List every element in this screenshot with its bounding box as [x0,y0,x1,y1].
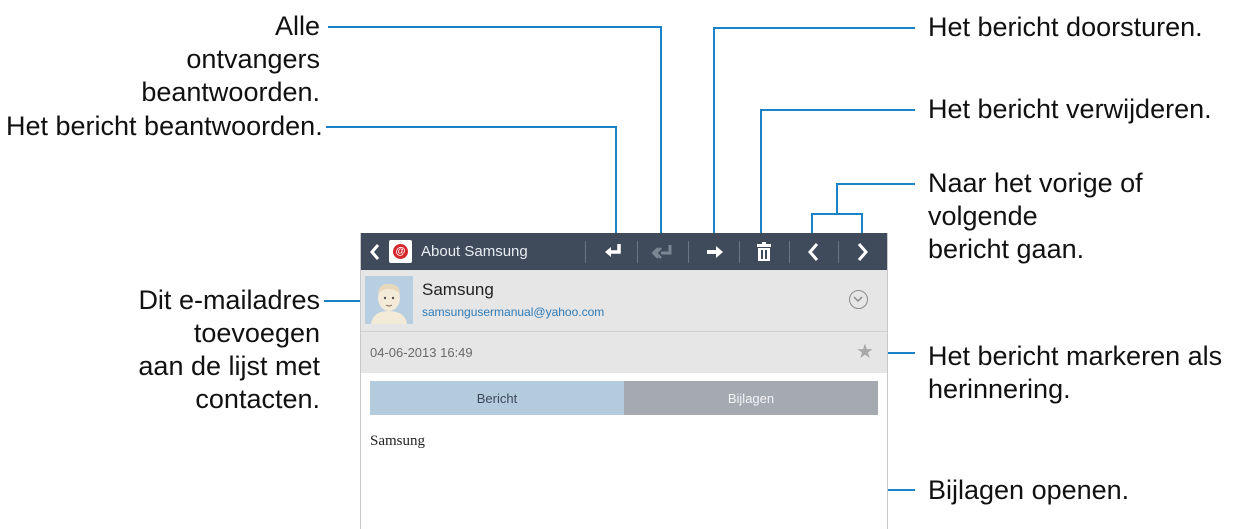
sender-email: samsungusermanual@yahoo.com [422,305,605,319]
previous-message-button[interactable] [791,233,835,270]
callout-forward: Het bericht doorsturen. [928,12,1203,42]
sender-avatar[interactable] [365,276,413,324]
forward-icon [707,245,723,258]
sender-bar: Samsung samsungusermanual@yahoo.com [361,270,887,332]
reply-button[interactable] [591,233,635,270]
message-body: Samsung [370,433,426,449]
callout-reply: Het bericht beantwoorden. [6,111,323,141]
callout-add-contact: Dit e-mailadres toevoegen aan de lijst m… [138,285,320,414]
next-message-button[interactable] [841,233,885,270]
avatar-icon [365,276,413,324]
chevron-left-icon [370,243,380,260]
sender-name: Samsung [422,280,494,299]
callout-open-attachments: Bijlagen openen. [928,475,1130,505]
callout-delete: Het bericht verwijderen. [928,94,1212,124]
back-button[interactable] [365,233,385,270]
chevron-left-icon [808,242,819,261]
tab-attachments[interactable]: Bijlagen [624,381,878,415]
tab-message[interactable]: Bericht [370,381,624,415]
email-app-icon: @ [389,240,412,263]
star-icon[interactable]: ★ [856,342,874,362]
callout-prev-next: Naar het vorige of volgende bericht gaan… [928,168,1143,264]
message-subject: About Samsung [421,243,528,260]
expand-details-button[interactable] [849,290,868,309]
message-date: 04-06-2013 16:49 [370,345,473,360]
reply-all-icon [651,244,672,259]
callout-reply-all: Alle ontvangers beantwoorden. [141,11,320,107]
forward-button[interactable] [693,233,737,270]
date-bar: 04-06-2013 16:49 ★ [361,332,887,373]
reply-icon [605,243,621,257]
action-bar: @ About Samsung [361,233,887,270]
email-view-screen: @ About Samsung Samsung samsungusermanua… [360,233,888,529]
message-tabs: Bericht Bijlagen [370,381,878,415]
trash-icon [757,241,771,261]
delete-button[interactable] [742,233,786,270]
callout-mark: Het bericht markeren als herinnering. [928,341,1223,404]
chevron-down-icon [853,296,863,303]
chevron-right-icon [857,242,868,261]
reply-all-button[interactable] [641,233,685,270]
